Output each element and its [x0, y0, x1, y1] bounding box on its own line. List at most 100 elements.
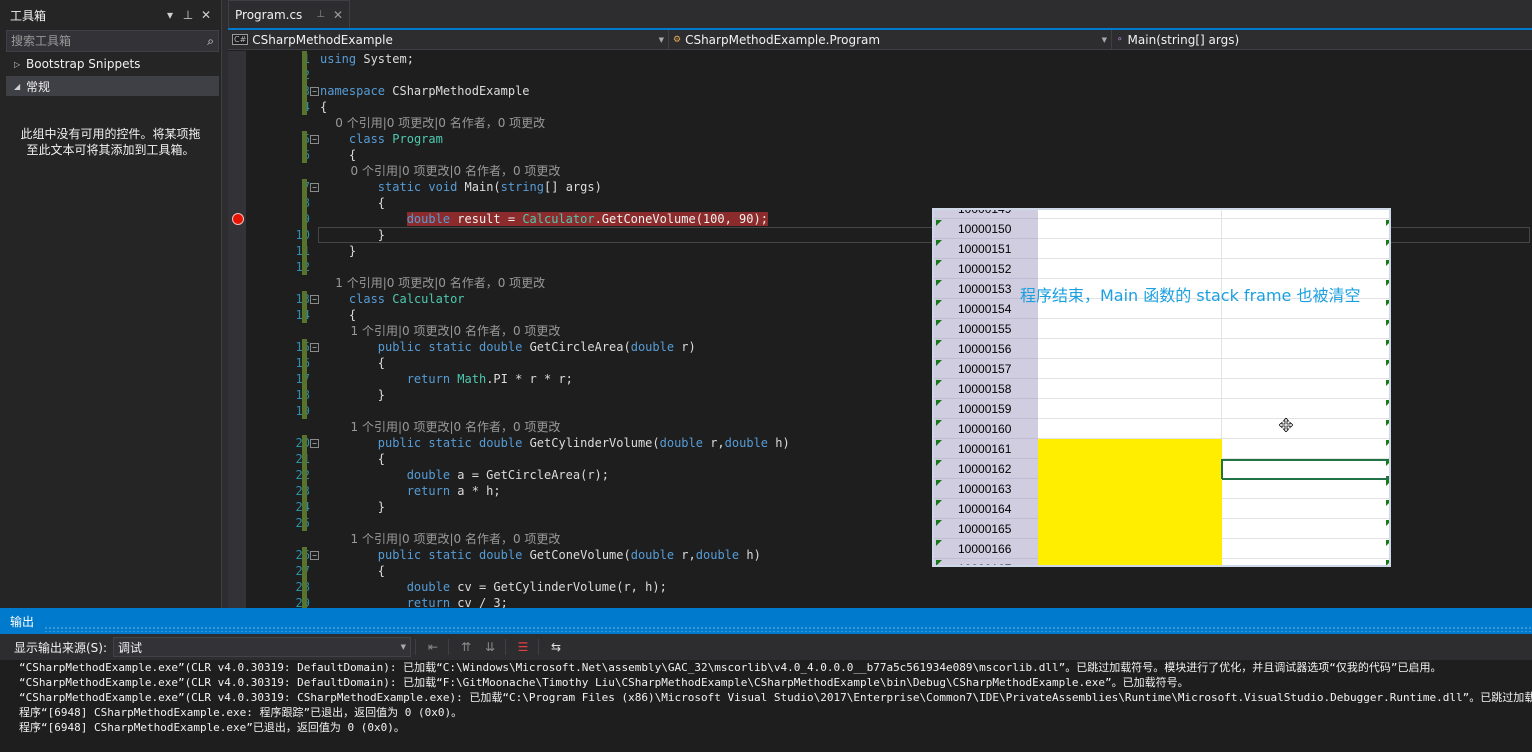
codelens-line[interactable]: 0 个引用|0 项更改|0 名作者，0 项更改: [228, 115, 1532, 131]
project-dropdown[interactable]: C# CSharpMethodExample ▼: [228, 30, 669, 49]
code-line[interactable]: 28 double cv = GetCylinderVolume(r, h);: [228, 579, 1532, 595]
code-text[interactable]: public static double GetConeVolume(doubl…: [320, 547, 761, 563]
value-cell[interactable]: [1038, 439, 1222, 459]
row-header-cell[interactable]: 10000167: [934, 559, 1038, 565]
row-header-cell[interactable]: 10000157: [934, 359, 1038, 379]
code-text[interactable]: }: [320, 387, 385, 403]
row-header-cell[interactable]: 10000155: [934, 319, 1038, 339]
codelens-text[interactable]: 0 个引用|0 项更改|0 名作者，0 项更改: [320, 163, 561, 179]
clear-all-icon[interactable]: ☰: [512, 637, 534, 657]
breakpoint-icon[interactable]: [232, 213, 244, 225]
value-cell[interactable]: [1222, 259, 1389, 279]
value-cell[interactable]: [1222, 559, 1389, 565]
value-cell[interactable]: [1038, 459, 1222, 479]
codelens-text[interactable]: 1 个引用|0 项更改|0 名作者，0 项更改: [320, 275, 545, 291]
value-cell[interactable]: [1038, 479, 1222, 499]
value-cell[interactable]: [1038, 379, 1222, 399]
pin-icon[interactable]: ⊥: [316, 9, 325, 20]
code-text[interactable]: {: [320, 307, 356, 323]
code-text[interactable]: double cv = GetCylinderVolume(r, h);: [320, 579, 667, 595]
value-cell[interactable]: [1222, 339, 1389, 359]
collapse-icon[interactable]: −: [310, 87, 319, 96]
code-text[interactable]: {: [320, 451, 385, 467]
word-wrap-icon[interactable]: ⇆: [545, 637, 567, 657]
row-header-cell[interactable]: 10000161: [934, 439, 1038, 459]
collapse-icon[interactable]: −: [310, 343, 319, 352]
code-line[interactable]: 5− class Program: [228, 131, 1532, 147]
next-message-icon[interactable]: ⇊: [479, 637, 501, 657]
collapse-icon[interactable]: −: [310, 439, 319, 448]
code-text[interactable]: class Program: [320, 131, 443, 147]
value-cell[interactable]: [1038, 359, 1222, 379]
code-line[interactable]: 1using System;: [228, 51, 1532, 67]
row-header-cell[interactable]: 10000150: [934, 219, 1038, 239]
code-line[interactable]: 3−namespace CSharpMethodExample: [228, 83, 1532, 99]
row-header-cell[interactable]: 10000149: [934, 210, 1038, 219]
value-cell[interactable]: [1038, 419, 1222, 439]
code-text[interactable]: {: [320, 563, 385, 579]
toolbox-close-icon[interactable]: ✕: [197, 8, 215, 22]
value-cell[interactable]: [1222, 219, 1389, 239]
class-dropdown[interactable]: ⚙ CSharpMethodExample.Program ▼: [669, 30, 1112, 49]
toolbox-group-general[interactable]: ◢ 常规: [6, 76, 219, 96]
code-line[interactable]: 6 {: [228, 147, 1532, 163]
value-cell[interactable]: [1038, 539, 1222, 559]
row-header-cell[interactable]: 10000166: [934, 539, 1038, 559]
value-cell[interactable]: [1222, 239, 1389, 259]
search-icon[interactable]: ⌕: [207, 34, 214, 49]
code-text[interactable]: class Calculator: [320, 291, 465, 307]
value-cell[interactable]: [1038, 559, 1222, 565]
code-text[interactable]: return cv / 3;: [320, 595, 508, 608]
codelens-text[interactable]: 0 个引用|0 项更改|0 名作者，0 项更改: [320, 115, 545, 131]
code-line[interactable]: 4{: [228, 99, 1532, 115]
row-header-cell[interactable]: 10000156: [934, 339, 1038, 359]
code-text[interactable]: public static double GetCircleArea(doubl…: [320, 339, 696, 355]
value-cell[interactable]: [1222, 519, 1389, 539]
code-text[interactable]: }: [320, 227, 385, 243]
codelens-line[interactable]: 0 个引用|0 项更改|0 名作者，0 项更改: [228, 163, 1532, 179]
tab-program-cs[interactable]: Program.cs ⊥ ✕: [228, 0, 351, 28]
output-log[interactable]: “CSharpMethodExample.exe”(CLR v4.0.30319…: [0, 660, 1532, 735]
row-header-cell[interactable]: 10000158: [934, 379, 1038, 399]
value-cell[interactable]: [1038, 499, 1222, 519]
value-cell[interactable]: [1222, 499, 1389, 519]
output-source-select[interactable]: 调试 ▼: [113, 637, 412, 657]
row-header-cell[interactable]: 10000151: [934, 239, 1038, 259]
value-cell[interactable]: [1222, 539, 1389, 559]
value-cell[interactable]: [1038, 259, 1222, 279]
codelens-text[interactable]: 1 个引用|0 项更改|0 名作者，0 项更改: [320, 419, 561, 435]
toolbox-pin-icon[interactable]: ⊥: [179, 8, 197, 22]
selected-cell-outline[interactable]: [1221, 459, 1389, 480]
value-cell[interactable]: [1038, 219, 1222, 239]
row-header-cell[interactable]: 10000152: [934, 259, 1038, 279]
code-text[interactable]: {: [320, 99, 327, 115]
close-icon[interactable]: ✕: [333, 8, 343, 22]
value-cell[interactable]: [1222, 359, 1389, 379]
row-header-cell[interactable]: 10000160: [934, 419, 1038, 439]
member-dropdown[interactable]: ⚬ Main(string[] args): [1112, 30, 1532, 49]
value-cell[interactable]: [1222, 319, 1389, 339]
previous-message-icon[interactable]: ⇈: [455, 637, 477, 657]
row-header-cell[interactable]: 10000159: [934, 399, 1038, 419]
collapse-icon[interactable]: −: [310, 551, 319, 560]
code-text[interactable]: double result = Calculator.GetConeVolume…: [320, 211, 768, 227]
value-cell[interactable]: [1038, 239, 1222, 259]
value-cell[interactable]: [1038, 519, 1222, 539]
value-cell[interactable]: [1038, 339, 1222, 359]
value-cell[interactable]: [1222, 419, 1389, 439]
value-cell[interactable]: [1222, 439, 1389, 459]
code-text[interactable]: }: [320, 499, 385, 515]
code-text[interactable]: {: [320, 147, 356, 163]
code-text[interactable]: {: [320, 355, 385, 371]
value-cell[interactable]: [1038, 399, 1222, 419]
codelens-text[interactable]: 1 个引用|0 项更改|0 名作者，0 项更改: [320, 531, 561, 547]
collapse-icon[interactable]: −: [310, 135, 319, 144]
value-cell[interactable]: [1222, 479, 1389, 499]
code-line[interactable]: 7− static void Main(string[] args): [228, 179, 1532, 195]
row-header-cell[interactable]: 10000163: [934, 479, 1038, 499]
codelens-text[interactable]: 1 个引用|0 项更改|0 名作者，0 项更改: [320, 323, 561, 339]
toolbox-group-bootstrap-snippets[interactable]: ▷ Bootstrap Snippets: [0, 54, 221, 74]
value-cell[interactable]: [1222, 210, 1389, 219]
code-text[interactable]: return a * h;: [320, 483, 501, 499]
value-cell[interactable]: [1222, 399, 1389, 419]
